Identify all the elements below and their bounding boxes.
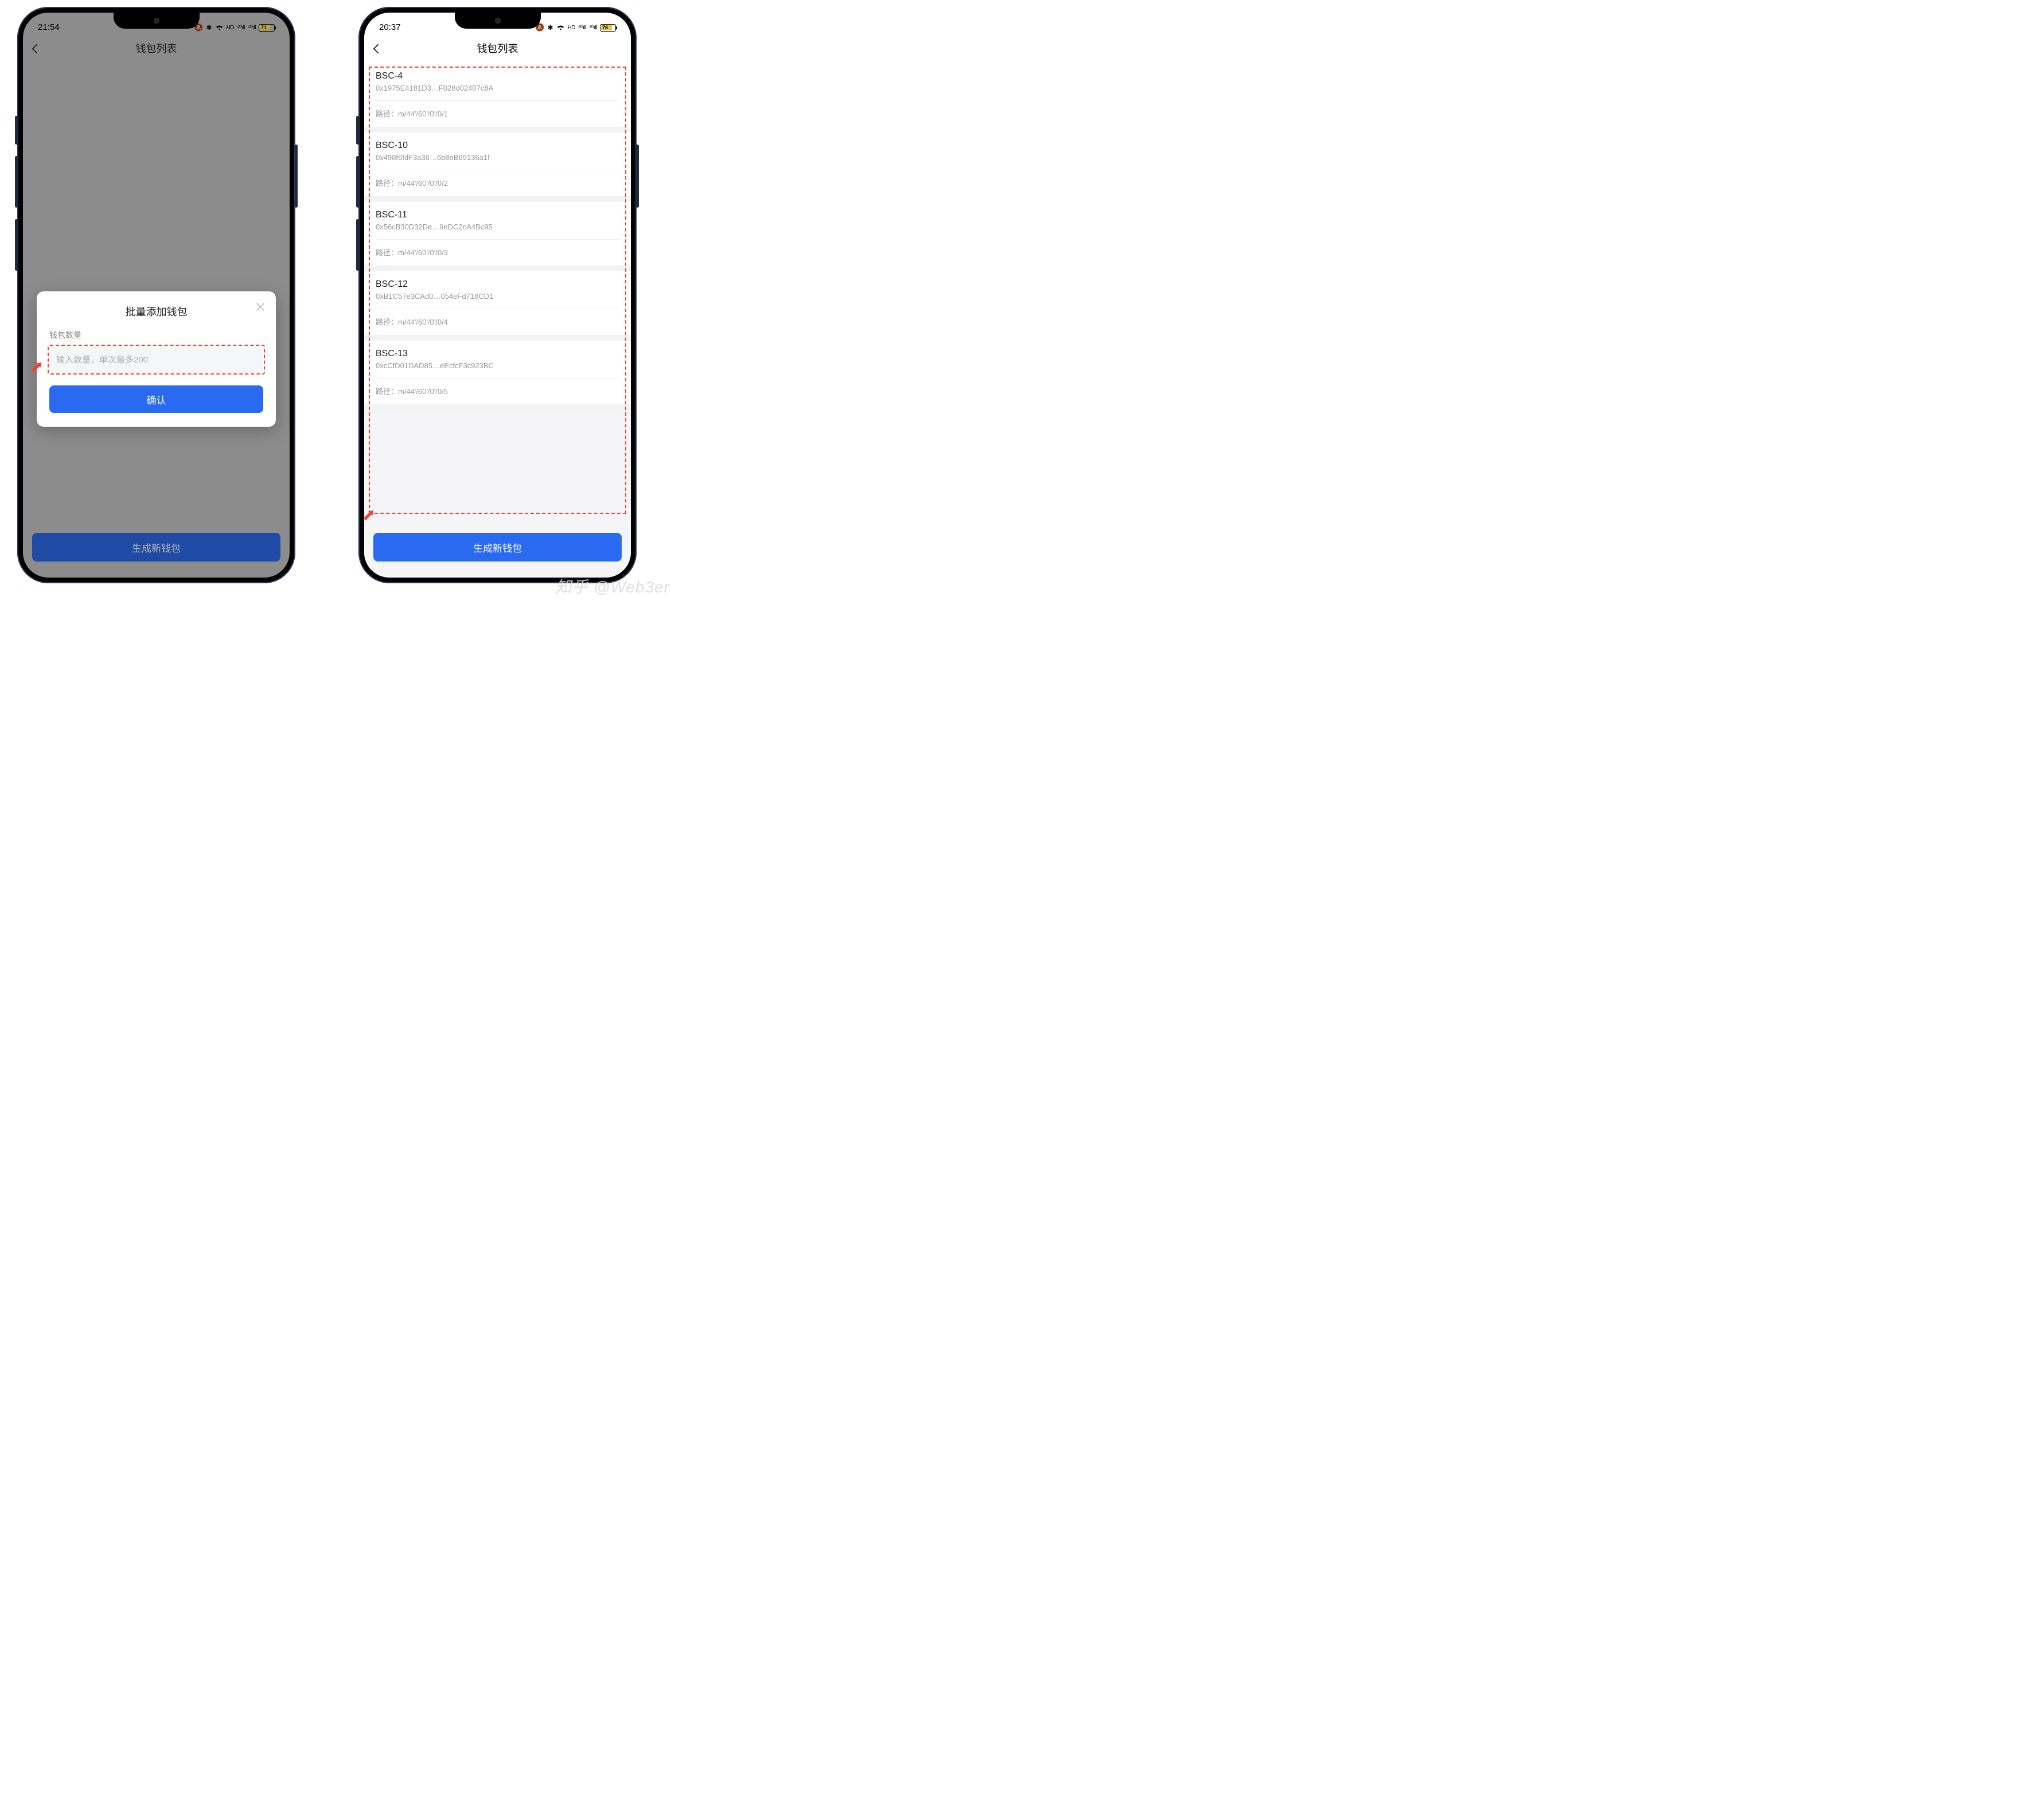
- wallet-count-input[interactable]: [49, 346, 263, 373]
- nav-bar: 钱包列表: [364, 33, 631, 63]
- signal-2-icon: ⁴ᴳıll: [248, 25, 256, 31]
- watermark: 知乎 @Web3er: [555, 575, 670, 598]
- wallet-path: 路径：m/44'/60'/0'/0/3: [364, 240, 631, 266]
- battery-icon: 71: [259, 24, 275, 32]
- wallet-item[interactable]: BSC-11 0x56cB30D32De…9eDC2cA4Bc95 路径：m/44'…: [364, 202, 631, 271]
- wallet-address: 0x1975E4181D3…F028d02407c8A: [376, 84, 619, 92]
- chevron-left-icon: [32, 44, 42, 54]
- wallet-list[interactable]: BSC-4 0x1975E4181D3…F028d02407c8A 路径：m/44'…: [364, 63, 631, 520]
- annotation-arrow-icon: [31, 361, 44, 374]
- status-time: 21:54: [38, 22, 60, 32]
- wallet-address: 0xcCfD01DAD85…eEcfcF3c923BC: [376, 361, 619, 370]
- back-button[interactable]: [33, 41, 40, 56]
- status-icons: 🔕 ✱ HD ⁴ᴳıll ⁴ᴳıll 71: [194, 23, 275, 32]
- wifi-icon: [556, 24, 565, 32]
- wallet-name: BSC-4: [376, 71, 619, 81]
- wallet-name: BSC-12: [376, 279, 619, 290]
- wallet-item[interactable]: BSC-12 0xB1C57e3CAd0…054eFd718CD1 路径：m/44'…: [364, 271, 631, 341]
- bulk-add-modal: 批量添加钱包 钱包数量 确认: [37, 291, 276, 427]
- phone-left: 21:54 🔕 ✱ HD ⁴ᴳıll ⁴ᴳıll 71 钱包列表: [17, 7, 295, 583]
- nav-bar: 钱包列表: [23, 33, 290, 63]
- signal-1-icon: ⁴ᴳıll: [237, 25, 245, 31]
- notch: [114, 13, 200, 29]
- chevron-left-icon: [373, 44, 383, 54]
- wallet-path: 路径：m/44'/60'/0'/0/4: [364, 309, 631, 335]
- wallet-address: 0x498f6fdF3a36…6b8eB69136a1f: [376, 153, 619, 162]
- page-title: 钱包列表: [477, 41, 518, 56]
- wallet-item[interactable]: BSC-4 0x1975E4181D3…F028d02407c8A 路径：m/44'…: [364, 63, 631, 132]
- status-time: 20:37: [379, 22, 401, 32]
- generate-wallet-button[interactable]: 生成新钱包: [32, 533, 280, 562]
- wallet-name: BSC-10: [376, 141, 619, 151]
- generate-wallet-button[interactable]: 生成新钱包: [373, 533, 622, 562]
- close-icon: [255, 302, 266, 312]
- confirm-button[interactable]: 确认: [49, 385, 263, 413]
- wifi-icon: [215, 24, 224, 32]
- wallet-address: 0xB1C57e3CAd0…054eFd718CD1: [376, 292, 619, 301]
- notch: [455, 13, 541, 29]
- hd-icon: HD: [227, 25, 234, 31]
- wallet-path: 路径：m/44'/60'/0'/0/5: [364, 379, 631, 404]
- hd-icon: HD: [568, 25, 575, 31]
- annotation-arrow-icon: [364, 509, 376, 522]
- modal-field-label: 钱包数量: [49, 329, 263, 341]
- bluetooth-icon: ✱: [206, 24, 212, 32]
- back-button[interactable]: [375, 41, 381, 56]
- wallet-path: 路径：m/44'/60'/0'/0/1: [364, 101, 631, 127]
- wallet-address: 0x56cB30D32De…9eDC2cA4Bc95: [376, 223, 619, 231]
- wallet-name: BSC-13: [376, 349, 619, 359]
- signal-2-icon: ⁴ᴳıll: [589, 25, 597, 31]
- wallet-item[interactable]: BSC-13 0xcCfD01DAD85…eEcfcF3c923BC 路径：m/44…: [364, 341, 631, 410]
- modal-close-button[interactable]: [255, 302, 266, 314]
- modal-title: 批量添加钱包: [49, 304, 263, 319]
- signal-1-icon: ⁴ᴳıll: [578, 25, 586, 31]
- battery-icon: 78: [600, 24, 616, 32]
- wallet-path: 路径：m/44'/60'/0'/0/2: [364, 170, 631, 196]
- bluetooth-icon: ✱: [548, 24, 553, 32]
- page-title: 钱包列表: [136, 41, 177, 56]
- status-icons: 🔕 ✱ HD ⁴ᴳıll ⁴ᴳıll 78: [535, 23, 616, 32]
- wallet-name: BSC-11: [376, 210, 619, 220]
- wallet-item[interactable]: BSC-10 0x498f6fdF3a36…6b8eB69136a1f 路径：m/4…: [364, 132, 631, 202]
- phone-right: 20:37 🔕 ✱ HD ⁴ᴳıll ⁴ᴳıll 78 钱包列表: [358, 7, 637, 583]
- screen-right: 20:37 🔕 ✱ HD ⁴ᴳıll ⁴ᴳıll 78 钱包列表: [364, 13, 631, 578]
- screen-left: 21:54 🔕 ✱ HD ⁴ᴳıll ⁴ᴳıll 71 钱包列表: [23, 13, 290, 578]
